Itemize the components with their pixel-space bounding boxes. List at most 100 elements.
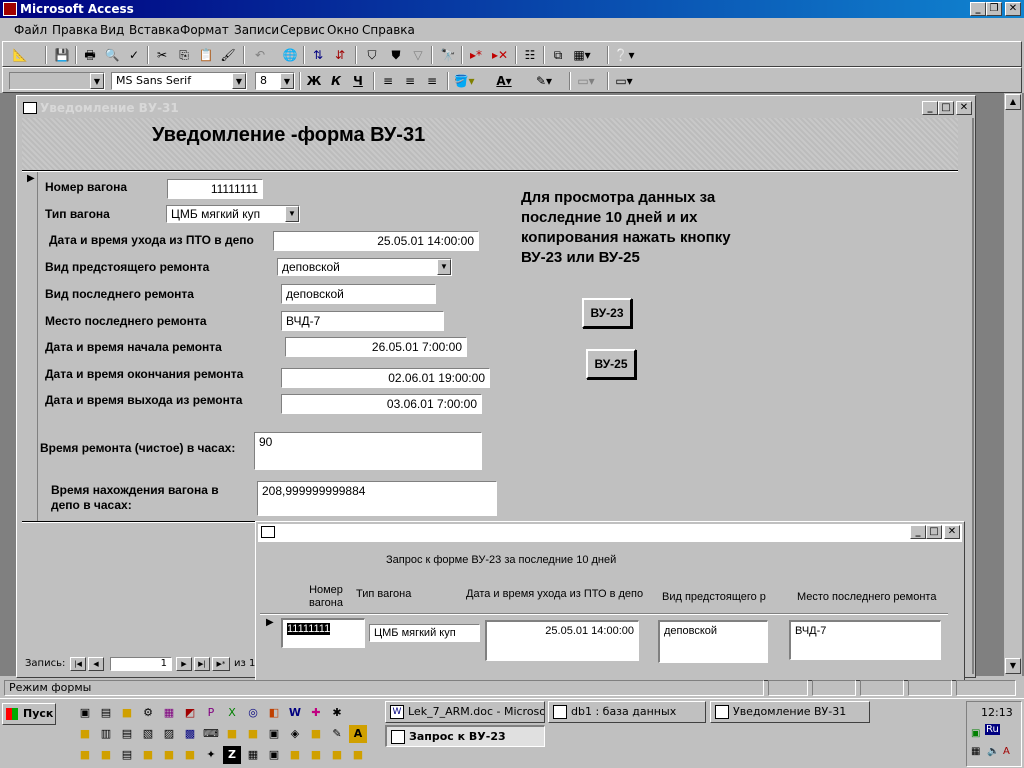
quicklaunch-icon[interactable]: ✱: [328, 704, 346, 722]
copy-icon[interactable]: ⎘: [173, 45, 195, 65]
underline-button[interactable]: Ч: [347, 71, 369, 91]
excel-icon[interactable]: X: [223, 704, 241, 722]
object-combo[interactable]: ▼: [9, 72, 105, 90]
close-button[interactable]: ✕: [1005, 2, 1021, 16]
prev-record-icon[interactable]: ◀: [88, 657, 104, 671]
tray-app-icon[interactable]: ▦: [971, 746, 980, 757]
last-repair-place-field[interactable]: ВЧД-7: [281, 311, 444, 331]
quicklaunch-icon[interactable]: ▩: [181, 725, 199, 743]
subform-maximize-button[interactable]: □: [926, 525, 942, 539]
chevron-down-icon[interactable]: ▼: [437, 259, 451, 275]
record-number-input[interactable]: 1: [110, 657, 172, 671]
folder-icon[interactable]: ■: [349, 746, 367, 764]
fill-color-icon[interactable]: 🪣▾: [453, 71, 475, 91]
repair-exit-field[interactable]: 03.06.01 7:00:00: [281, 394, 482, 414]
sub-wagon-type-field[interactable]: ЦМБ мягкий куп: [369, 624, 480, 642]
quicklaunch-icon[interactable]: ▤: [97, 704, 115, 722]
sub-last-repair-place-field[interactable]: ВЧД-7: [789, 620, 941, 660]
folder-icon[interactable]: ■: [181, 746, 199, 764]
new-record-icon[interactable]: ▸*: [465, 45, 487, 65]
scroll-down-icon[interactable]: ▼: [1005, 658, 1021, 674]
menu-records[interactable]: Записи: [234, 23, 279, 37]
filter-by-selection-icon[interactable]: ⛉: [361, 45, 383, 65]
menu-file[interactable]: Файл: [14, 23, 47, 37]
quicklaunch-icon[interactable]: ▤: [118, 725, 136, 743]
chevron-down-icon[interactable]: ▼: [285, 206, 299, 222]
save-icon[interactable]: 💾: [51, 45, 73, 65]
filter-by-form-icon[interactable]: ⛊: [385, 45, 407, 65]
new-object-icon[interactable]: ▦▾: [571, 45, 593, 65]
folder-icon[interactable]: ■: [139, 746, 157, 764]
menu-insert[interactable]: Вставка: [129, 23, 180, 37]
quicklaunch-icon[interactable]: Z: [223, 746, 241, 764]
quicklaunch-icon[interactable]: ✎: [328, 725, 346, 743]
sub-wagon-number-field[interactable]: 11111111: [281, 618, 365, 648]
quicklaunch-icon[interactable]: ▤: [118, 746, 136, 764]
folder-icon[interactable]: ■: [97, 746, 115, 764]
task-database[interactable]: db1 : база данных: [548, 701, 706, 723]
align-right-icon[interactable]: ≡: [421, 71, 443, 91]
tray-network-icon[interactable]: ▣: [971, 728, 980, 739]
restore-button[interactable]: ❐: [986, 2, 1002, 16]
border-width-icon[interactable]: ▭▾: [575, 71, 597, 91]
properties-icon[interactable]: ☷: [519, 45, 541, 65]
quicklaunch-icon[interactable]: ✦: [202, 746, 220, 764]
subform-minimize-button[interactable]: _: [910, 525, 926, 539]
folder-icon[interactable]: ■: [328, 746, 346, 764]
font-color-icon[interactable]: A▾: [493, 71, 515, 91]
database-window-icon[interactable]: ⧉: [547, 45, 569, 65]
print-icon[interactable]: 🖶: [79, 45, 101, 65]
spelling-icon[interactable]: ✓: [123, 45, 145, 65]
menu-format[interactable]: Формат: [180, 23, 229, 37]
undo-icon[interactable]: ↶: [249, 45, 271, 65]
menu-help[interactable]: Справка: [362, 23, 415, 37]
hyperlink-icon[interactable]: 🌐: [279, 45, 301, 65]
task-form-vu31[interactable]: Уведомление ВУ-31: [710, 701, 870, 723]
wagon-type-select[interactable]: ЦМБ мягкий куп ▼: [166, 205, 300, 223]
quicklaunch-icon[interactable]: ▦: [160, 704, 178, 722]
new-nav-record-icon[interactable]: ▶*: [212, 657, 230, 671]
clock[interactable]: 12:13: [981, 706, 1013, 719]
word-icon[interactable]: W: [286, 704, 304, 722]
form-minimize-button[interactable]: _: [922, 101, 938, 115]
form-icon[interactable]: [23, 102, 37, 114]
folder-icon[interactable]: ■: [286, 746, 304, 764]
quicklaunch-icon[interactable]: ◩: [181, 704, 199, 722]
start-button[interactable]: Пуск: [2, 703, 56, 725]
folder-icon[interactable]: ■: [76, 725, 94, 743]
view-icon[interactable]: 📐: [9, 45, 31, 65]
upcoming-repair-select[interactable]: деповской ▼: [277, 258, 452, 276]
paste-icon[interactable]: 📋: [195, 45, 217, 65]
print-preview-icon[interactable]: 🔍: [101, 45, 123, 65]
folder-icon[interactable]: ■: [118, 704, 136, 722]
quicklaunch-icon[interactable]: ▣: [265, 746, 283, 764]
departure-field[interactable]: 25.05.01 14:00:00: [273, 231, 479, 251]
cut-icon[interactable]: ✂: [151, 45, 173, 65]
quicklaunch-icon[interactable]: ◈: [286, 725, 304, 743]
align-left-icon[interactable]: ≡: [377, 71, 399, 91]
font-combo[interactable]: MS Sans Serif ▼: [111, 72, 247, 90]
quicklaunch-icon[interactable]: ⌨: [202, 725, 220, 743]
subform-close-button[interactable]: ✕: [944, 525, 960, 539]
chevron-down-icon[interactable]: ▼: [232, 73, 246, 89]
format-painter-icon[interactable]: 🖌: [217, 45, 239, 65]
quicklaunch-icon[interactable]: P: [202, 704, 220, 722]
sub-departure-field[interactable]: 25.05.01 14:00:00: [485, 620, 639, 661]
delete-record-icon[interactable]: ▸✕: [489, 45, 511, 65]
folder-icon[interactable]: ■: [76, 746, 94, 764]
bold-button[interactable]: Ж: [303, 71, 325, 91]
sort-ascending-icon[interactable]: ⇅: [307, 45, 329, 65]
folder-icon[interactable]: ■: [223, 725, 241, 743]
quicklaunch-icon[interactable]: ▣: [265, 725, 283, 743]
special-effect-icon[interactable]: ▭▾: [613, 71, 635, 91]
form-close-button[interactable]: ✕: [956, 101, 972, 115]
access-key-icon[interactable]: [3, 2, 17, 16]
italic-button[interactable]: К: [325, 71, 347, 91]
wagon-number-field[interactable]: 11111111: [167, 179, 263, 199]
sub-upcoming-repair-field[interactable]: деповской: [658, 620, 768, 663]
quicklaunch-icon[interactable]: ⚙: [139, 704, 157, 722]
scroll-up-icon[interactable]: ▲: [1005, 94, 1021, 110]
record-selector[interactable]: ▶: [22, 172, 38, 522]
quicklaunch-icon[interactable]: ◎: [244, 704, 262, 722]
vu25-button[interactable]: ВУ-25: [586, 349, 636, 379]
